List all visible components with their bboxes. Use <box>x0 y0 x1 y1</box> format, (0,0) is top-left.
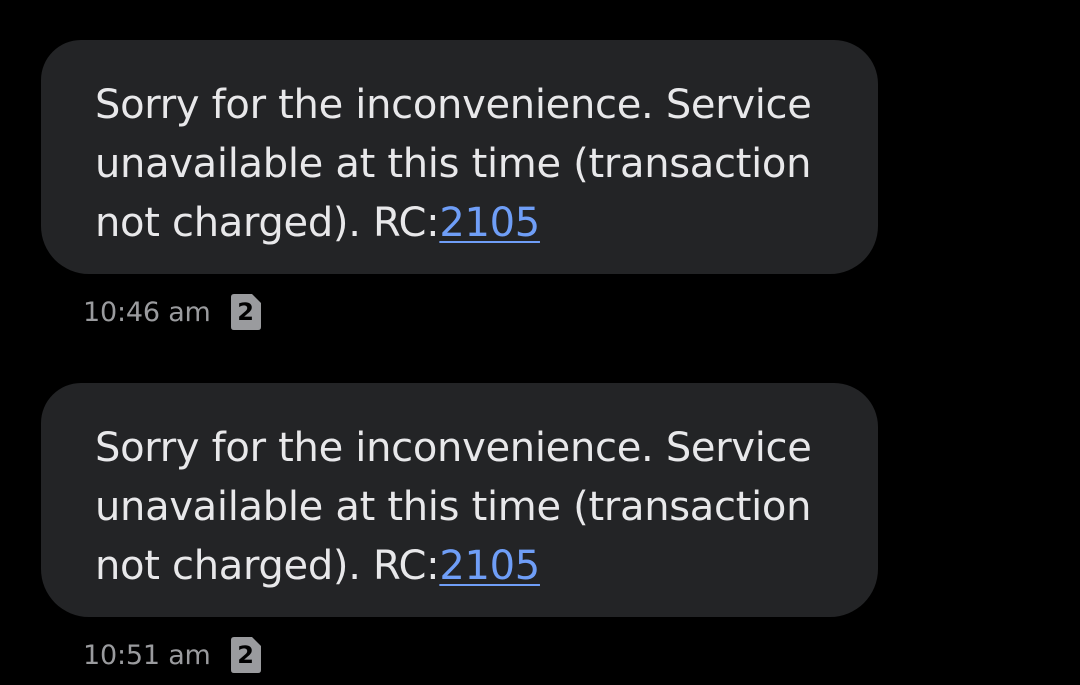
response-code-link[interactable]: 2105 <box>439 543 540 589</box>
sim-slot-number: 2 <box>237 641 254 669</box>
message-meta: 10:51 am 2 <box>83 637 261 673</box>
message-bubble[interactable]: Sorry for the inconvenience. Service una… <box>41 40 878 274</box>
message-item: Sorry for the inconvenience. Service una… <box>41 40 881 330</box>
sim-card-icon: 2 <box>230 637 261 673</box>
sim-slot-number: 2 <box>237 298 254 326</box>
message-thread: Sorry for the inconvenience. Service una… <box>0 0 1080 685</box>
message-timestamp: 10:51 am <box>83 639 211 671</box>
sim-card-icon: 2 <box>230 294 261 330</box>
message-timestamp: 10:46 am <box>83 296 211 328</box>
message-item: Sorry for the inconvenience. Service una… <box>41 383 881 673</box>
message-meta: 10:46 am 2 <box>83 294 261 330</box>
response-code-link[interactable]: 2105 <box>439 200 540 246</box>
message-bubble[interactable]: Sorry for the inconvenience. Service una… <box>41 383 878 617</box>
